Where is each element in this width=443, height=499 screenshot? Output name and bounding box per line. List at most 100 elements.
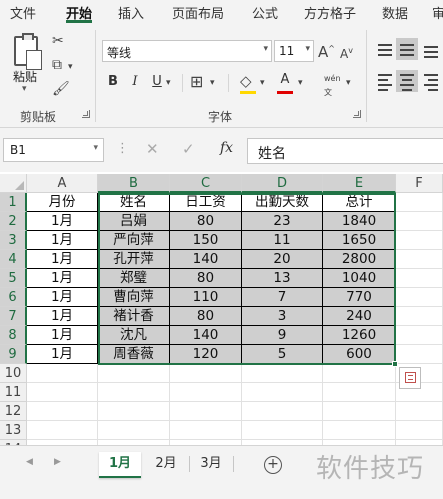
cell[interactable] (396, 326, 443, 345)
row-header[interactable]: 7 (0, 307, 27, 326)
cell[interactable] (396, 269, 443, 288)
tab-page-layout[interactable]: 页面布局 (172, 3, 224, 22)
cell[interactable]: 严向萍 (98, 231, 170, 250)
cell[interactable]: 孔开萍 (98, 250, 170, 269)
cell[interactable] (396, 402, 443, 421)
format-painter-icon[interactable]: 🖌 (52, 82, 70, 96)
cell[interactable]: 姓名 (98, 193, 170, 212)
cell[interactable]: 1月 (27, 212, 98, 231)
cell[interactable]: 80 (170, 269, 242, 288)
cell[interactable] (396, 345, 443, 364)
cell[interactable] (242, 364, 323, 383)
decrease-font-size-icon[interactable]: Av (340, 44, 353, 61)
cell[interactable] (396, 307, 443, 326)
cell[interactable] (98, 421, 170, 440)
fill-handle[interactable] (392, 361, 398, 367)
font-color-button[interactable]: A (276, 70, 294, 90)
cell[interactable]: 1260 (323, 326, 396, 345)
font-launcher-icon[interactable] (353, 110, 361, 118)
worksheet-grid[interactable]: A B C D E F 1 月份 姓名 日工资 出勤天数 总计 2 1月 吕娟 80 23 1840 3 1月 严向萍 1… (0, 174, 443, 459)
cell[interactable]: 13 (242, 269, 323, 288)
cell[interactable]: 总计 (323, 193, 396, 212)
cell[interactable]: 1840 (323, 212, 396, 231)
fill-color-icon[interactable]: ◇ (240, 74, 252, 89)
cell[interactable] (323, 402, 396, 421)
cancel-icon[interactable]: ✕ (146, 140, 159, 158)
cell[interactable]: 褚计香 (98, 307, 170, 326)
cell[interactable] (396, 250, 443, 269)
row-header[interactable]: 4 (0, 250, 27, 269)
cell[interactable] (170, 402, 242, 421)
formula-input[interactable]: 姓名 (247, 138, 443, 164)
cell[interactable]: 110 (170, 288, 242, 307)
cell[interactable] (396, 421, 443, 440)
cell[interactable]: 80 (170, 307, 242, 326)
cell[interactable] (170, 364, 242, 383)
row-header[interactable]: 6 (0, 288, 27, 307)
column-header-c[interactable]: C (170, 174, 242, 193)
cell[interactable]: 1月 (27, 326, 98, 345)
cell[interactable]: 1040 (323, 269, 396, 288)
row-header[interactable]: 5 (0, 269, 27, 288)
chevron-down-icon[interactable]: ▾ (210, 76, 215, 90)
cell[interactable]: 1月 (27, 307, 98, 326)
cell[interactable] (323, 421, 396, 440)
column-header-f[interactable]: F (396, 174, 443, 193)
cell[interactable]: 3 (242, 307, 323, 326)
cell[interactable] (396, 193, 443, 212)
tab-formulas[interactable]: 公式 (252, 3, 278, 22)
cell[interactable] (396, 231, 443, 250)
cell[interactable]: 9 (242, 326, 323, 345)
cell[interactable]: 80 (170, 212, 242, 231)
increase-font-size-icon[interactable]: A^ (318, 42, 335, 60)
chevron-down-icon[interactable]: ▾ (260, 76, 265, 90)
cell[interactable]: 2800 (323, 250, 396, 269)
copy-icon[interactable]: ⧉ (52, 58, 62, 72)
enter-icon[interactable]: ✓ (182, 140, 195, 158)
bold-button[interactable]: B (104, 72, 122, 92)
cell[interactable]: 600 (323, 345, 396, 364)
cell[interactable]: 20 (242, 250, 323, 269)
column-header-b[interactable]: B (98, 174, 170, 193)
row-header[interactable]: 2 (0, 212, 27, 231)
cell[interactable]: 140 (170, 250, 242, 269)
row-header[interactable]: 13 (0, 421, 27, 440)
row-header[interactable]: 3 (0, 231, 27, 250)
scroll-right-icon[interactable]: ▶ (54, 457, 61, 467)
clipboard-launcher-icon[interactable] (82, 110, 90, 118)
scroll-left-icon[interactable]: ◀ (26, 457, 33, 467)
cell[interactable]: 1月 (27, 250, 98, 269)
chevron-down-icon[interactable]: ▾ (346, 76, 351, 90)
row-header[interactable]: 8 (0, 326, 27, 345)
cell[interactable]: 1月 (27, 345, 98, 364)
cell[interactable] (27, 383, 98, 402)
cell[interactable]: 1650 (323, 231, 396, 250)
chevron-down-icon[interactable]: ▾ (68, 60, 73, 74)
select-all-button[interactable] (0, 174, 27, 193)
font-size-select[interactable]: 11 ▾ (274, 40, 314, 62)
cell[interactable]: 770 (323, 288, 396, 307)
tab-file[interactable]: 文件 (10, 3, 36, 22)
add-sheet-button[interactable]: + (264, 456, 282, 474)
cell[interactable] (396, 212, 443, 231)
tab-data[interactable]: 数据 (382, 3, 408, 22)
column-header-d[interactable]: D (242, 174, 323, 193)
cell[interactable] (170, 383, 242, 402)
cell[interactable] (27, 364, 98, 383)
cell[interactable]: 5 (242, 345, 323, 364)
phonetic-guide-icon[interactable]: wén 文 (324, 72, 341, 100)
font-name-select[interactable]: 等线 ▾ (102, 40, 272, 62)
drag-handle-icon[interactable]: ⋮ (116, 141, 129, 156)
row-header[interactable]: 12 (0, 402, 27, 421)
column-header-a[interactable]: A (27, 174, 98, 193)
cell[interactable] (396, 288, 443, 307)
tab-review[interactable]: 审 (432, 3, 443, 22)
chevron-down-icon[interactable]: ▾ (166, 76, 171, 90)
row-header[interactable]: 10 (0, 364, 27, 383)
cell[interactable]: 150 (170, 231, 242, 250)
cell[interactable]: 沈凡 (98, 326, 170, 345)
cell[interactable]: 1月 (27, 269, 98, 288)
underline-button[interactable]: U (148, 72, 166, 92)
cell[interactable] (98, 364, 170, 383)
insert-function-button[interactable]: fx (220, 140, 233, 156)
